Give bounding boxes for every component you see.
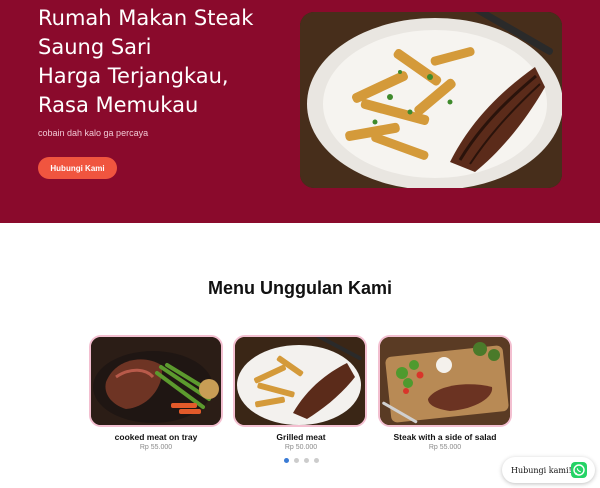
carousel-dot[interactable]: [294, 458, 299, 463]
carousel-pagination: [284, 458, 319, 463]
whatsapp-icon: [571, 462, 587, 478]
hero-title: Rumah Makan Steak Saung Sari Harga Terja…: [38, 4, 298, 120]
contact-us-button[interactable]: Hubungi Kami: [38, 157, 117, 179]
hero-section: Rumah Makan Steak Saung Sari Harga Terja…: [0, 0, 600, 223]
menu-item-price: Rp 55.000: [428, 444, 462, 451]
menu-card-image[interactable]: [89, 335, 223, 427]
menu-item-price: Rp 50.000: [284, 444, 318, 451]
menu-section-title: Menu Unggulan Kami: [208, 278, 392, 298]
menu-item-name: cooked meat on tray: [114, 432, 198, 442]
menu-card-image[interactable]: [233, 335, 367, 427]
carousel-dot[interactable]: [304, 458, 309, 463]
carousel-dot[interactable]: [314, 458, 319, 463]
menu-item-price: Rp 55.000: [139, 444, 173, 451]
hero-steak-photo: [300, 12, 562, 188]
hero-title-line: Saung Sari: [38, 35, 152, 59]
menu-item-name: Steak with a side of salad: [393, 432, 497, 442]
menu-card-image[interactable]: [378, 335, 512, 427]
hero-title-line: Rasa Memukau: [38, 93, 199, 117]
whatsapp-label: Hubungi kami!: [511, 465, 572, 475]
hero-title-line: Harga Terjangkau,: [38, 64, 229, 88]
carousel-dot[interactable]: [284, 458, 289, 463]
menu-item-name: Grilled meat: [276, 432, 326, 442]
whatsapp-contact-button[interactable]: Hubungi kami!: [502, 457, 595, 483]
hero-subtitle: cobain dah kalo ga percaya: [38, 128, 149, 138]
hero-title-line: Rumah Makan Steak: [38, 6, 254, 30]
